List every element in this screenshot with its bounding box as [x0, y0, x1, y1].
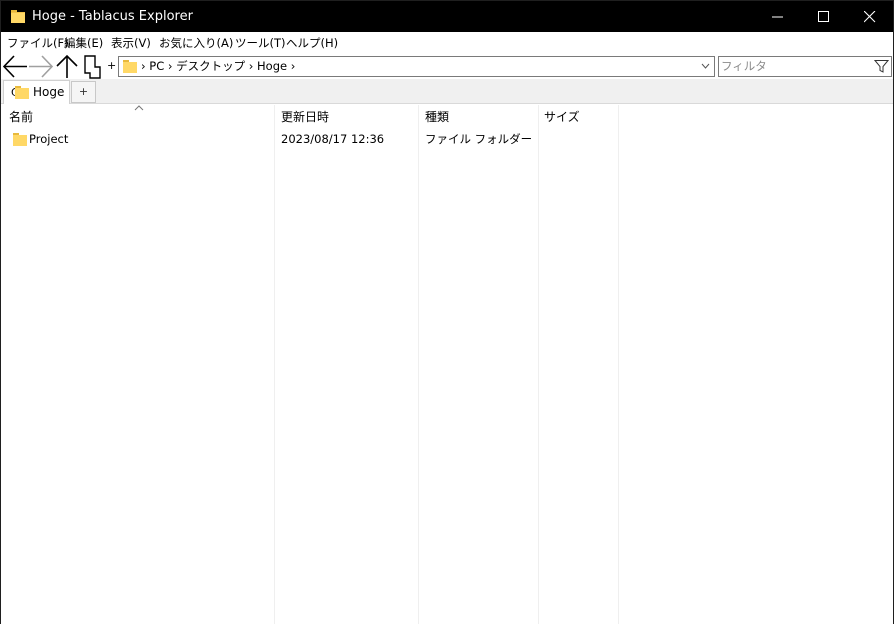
- list-item[interactable]: Project 2023/08/17 12:36 ファイル フォルダー: [1, 131, 893, 149]
- filter-input[interactable]: フィルタ: [718, 56, 892, 77]
- folder-icon: [11, 10, 25, 23]
- column-header-type[interactable]: 種類: [425, 110, 449, 125]
- menu-tools[interactable]: ツール(T): [235, 35, 286, 51]
- minimize-button[interactable]: [755, 1, 801, 32]
- address-bar[interactable]: › PC › デスクトップ › Hoge ›: [118, 56, 715, 77]
- maximize-icon: [818, 11, 829, 22]
- bookmark-icon[interactable]: [82, 54, 104, 79]
- breadcrumb[interactable]: › PC › デスクトップ › Hoge ›: [141, 59, 295, 74]
- column-header-name[interactable]: 名前: [9, 110, 33, 125]
- file-modified: 2023/08/17 12:36: [281, 132, 385, 146]
- sort-up-icon: [134, 105, 144, 111]
- add-toolbar-button[interactable]: +: [107, 59, 116, 72]
- filter-icon[interactable]: [874, 59, 889, 74]
- window-title: Hoge - Tablacus Explorer: [32, 9, 193, 24]
- chevron-down-icon[interactable]: [701, 62, 710, 71]
- arrow-left-icon[interactable]: [2, 54, 28, 79]
- minimize-icon: [772, 16, 783, 18]
- folder-icon: [15, 86, 29, 99]
- column-divider[interactable]: [274, 105, 275, 624]
- column-header-size[interactable]: サイズ: [544, 110, 580, 125]
- column-divider[interactable]: [418, 105, 419, 624]
- maximize-button[interactable]: [801, 1, 847, 32]
- tab-strip: C Hoge +: [1, 79, 893, 104]
- menu-edit[interactable]: 編集(E): [64, 35, 103, 51]
- menu-file[interactable]: ファイル(F): [7, 35, 69, 51]
- file-list: 名前 更新日時 種類 サイズ Project 2023/08/17 12:36 …: [1, 105, 893, 624]
- tab-hoge[interactable]: C Hoge: [3, 80, 70, 104]
- filter-placeholder: フィルタ: [721, 59, 767, 73]
- folder-icon: [13, 133, 27, 146]
- close-icon: [864, 11, 876, 23]
- column-divider[interactable]: [618, 105, 619, 624]
- menu-bar: ファイル(F) 編集(E) 表示(V) お気に入り(A) ツール(T) ヘルプ(…: [1, 32, 893, 54]
- menu-help[interactable]: ヘルプ(H): [286, 35, 338, 51]
- arrow-right-icon[interactable]: [28, 54, 54, 79]
- toolbar: + › PC › デスクトップ › Hoge › フィルタ: [1, 54, 893, 79]
- arrow-up-icon[interactable]: [55, 54, 79, 79]
- menu-view[interactable]: 表示(V): [111, 35, 151, 51]
- column-header-modified[interactable]: 更新日時: [281, 110, 329, 125]
- file-name: Project: [29, 132, 69, 146]
- column-divider[interactable]: [538, 105, 539, 624]
- folder-icon: [123, 60, 137, 73]
- new-tab-button[interactable]: +: [71, 81, 96, 103]
- menu-favorites[interactable]: お気に入り(A): [159, 35, 233, 51]
- close-button[interactable]: [847, 1, 893, 32]
- file-type: ファイル フォルダー: [425, 132, 533, 146]
- tab-label: Hoge: [33, 85, 65, 99]
- title-bar[interactable]: Hoge - Tablacus Explorer: [1, 1, 893, 32]
- app-window: Hoge - Tablacus Explorer ファイル(F) 編集(E) 表…: [0, 0, 894, 624]
